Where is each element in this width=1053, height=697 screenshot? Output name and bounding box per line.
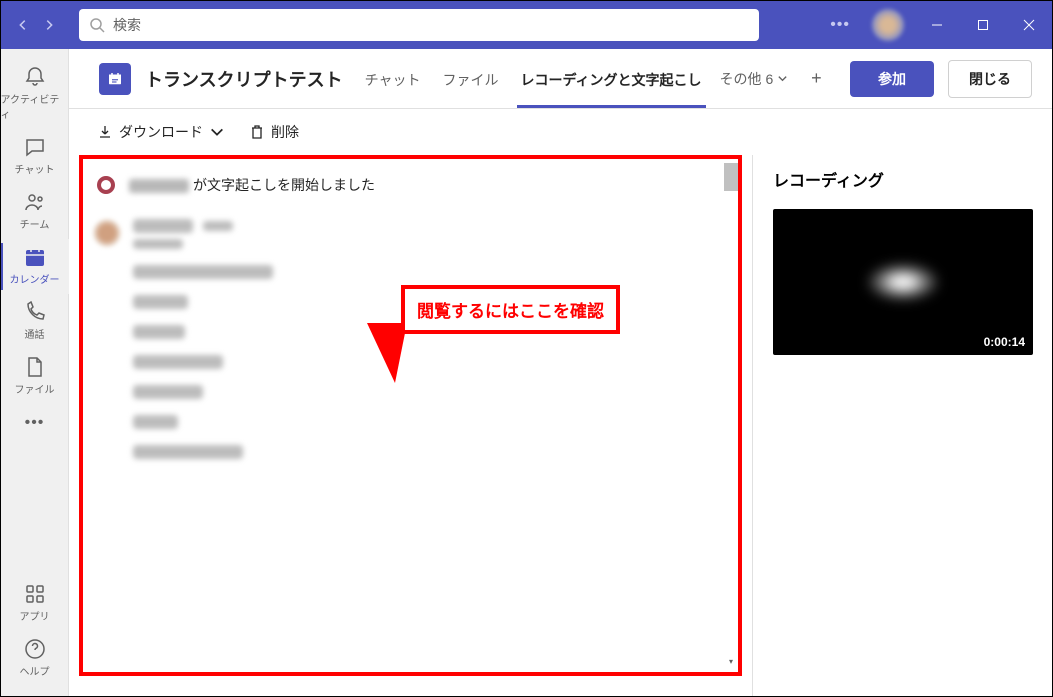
transcript-toolbar: ダウンロード 削除 xyxy=(69,109,1052,155)
delete-button[interactable]: 削除 xyxy=(249,122,299,142)
chevron-down-icon xyxy=(777,73,788,84)
tab-chat[interactable]: チャット xyxy=(361,50,425,108)
rail-calendar[interactable]: カレンダー xyxy=(1,239,69,294)
titlebar: 検索 ••• xyxy=(1,1,1052,49)
search-placeholder: 検索 xyxy=(113,15,141,35)
recording-thumbnail[interactable]: 0:00:14 xyxy=(773,209,1033,355)
redacted-text xyxy=(133,265,273,279)
window-minimize-button[interactable] xyxy=(914,1,960,49)
scrollbar-down-button[interactable]: ▾ xyxy=(724,654,738,668)
chevron-down-icon xyxy=(209,124,225,140)
meeting-title: トランスクリプトテスト xyxy=(145,66,343,92)
app-rail: アクティビティ チャット チーム カレンダー 通話 ファイル ••• アプリ xyxy=(1,49,69,696)
recording-sidebar: レコーディング 0:00:14 xyxy=(752,155,1052,696)
rail-teams[interactable]: チーム xyxy=(1,184,69,239)
rail-files[interactable]: ファイル xyxy=(1,349,69,404)
close-button[interactable]: 閉じる xyxy=(948,60,1032,98)
tab-recording[interactable]: レコーディングと文字起こし xyxy=(517,50,706,108)
rail-more[interactable]: ••• xyxy=(1,404,69,442)
record-icon xyxy=(97,176,115,194)
redacted-text xyxy=(133,325,185,339)
rail-apps[interactable]: アプリ xyxy=(1,576,69,631)
annotation-callout: 閲覧するにはここを確認 xyxy=(401,285,620,334)
transcript-start-event: が文字起こしを開始しました xyxy=(87,163,722,213)
video-preview-blur xyxy=(868,264,938,300)
window-close-button[interactable] xyxy=(1006,1,1052,49)
nav-back-button[interactable] xyxy=(11,13,35,37)
transcript-pane: 閲覧するにはここを確認 が文字起こしを開始しました xyxy=(69,155,752,696)
rail-chat[interactable]: チャット xyxy=(1,129,69,184)
recording-duration: 0:00:14 xyxy=(984,335,1025,349)
user-avatar[interactable] xyxy=(872,9,904,41)
rail-help[interactable]: ヘルプ xyxy=(1,631,69,686)
redacted-text xyxy=(203,221,233,231)
redacted-name xyxy=(129,179,189,193)
download-icon xyxy=(97,124,113,140)
tab-others[interactable]: その他 6 xyxy=(720,69,789,89)
scrollbar-thumb[interactable] xyxy=(724,163,738,191)
window-maximize-button[interactable] xyxy=(960,1,1006,49)
download-button[interactable]: ダウンロード xyxy=(97,122,225,142)
search-input[interactable]: 検索 xyxy=(79,9,759,41)
redacted-text xyxy=(133,295,188,309)
scrollbar[interactable]: ▾ xyxy=(724,163,738,668)
add-tab-button[interactable]: + xyxy=(802,65,830,93)
rail-activity[interactable]: アクティビティ xyxy=(1,59,69,129)
meeting-header: トランスクリプトテスト チャット ファイル レコーディングと文字起こし その他 … xyxy=(69,49,1052,109)
redacted-text xyxy=(133,355,223,369)
tab-files[interactable]: ファイル xyxy=(439,50,503,108)
redacted-text xyxy=(133,385,203,399)
trash-icon xyxy=(249,124,265,140)
rail-calls[interactable]: 通話 xyxy=(1,294,69,349)
redacted-text xyxy=(133,239,183,249)
speaker-avatar xyxy=(93,219,121,247)
redacted-text xyxy=(133,219,193,233)
redacted-text xyxy=(133,415,178,429)
titlebar-more-button[interactable]: ••• xyxy=(818,16,862,34)
redacted-text xyxy=(133,445,243,459)
recording-sidebar-title: レコーディング xyxy=(773,155,1032,209)
calendar-event-icon xyxy=(99,63,131,95)
join-button[interactable]: 参加 xyxy=(850,61,934,97)
nav-forward-button[interactable] xyxy=(37,13,61,37)
